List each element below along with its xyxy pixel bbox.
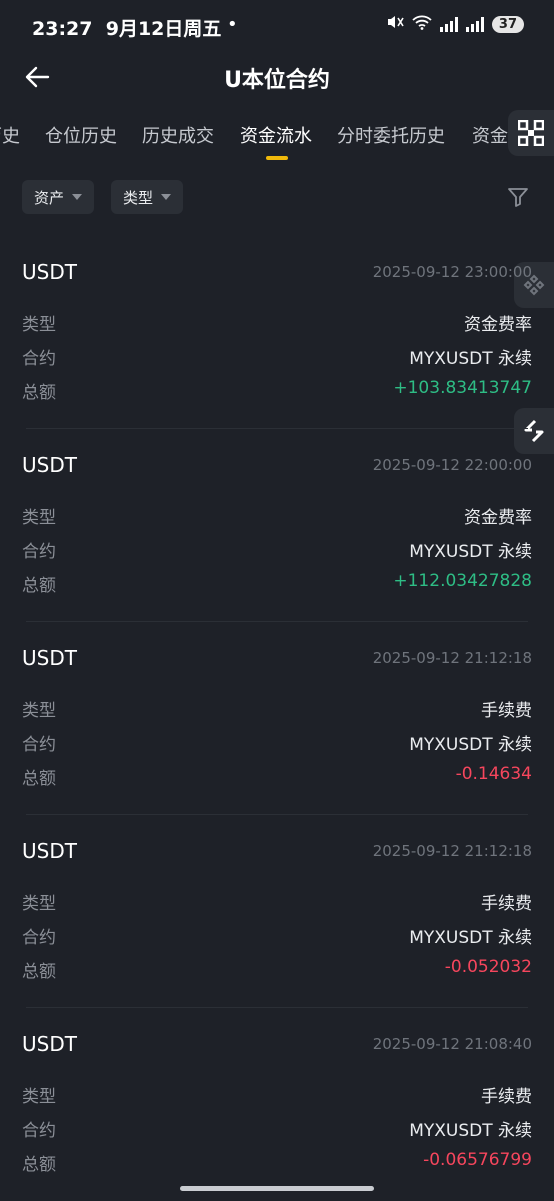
record-time: 2025-09-12 21:08:40 [372,1035,532,1053]
record-contract-value: MYXUSDT 永续 [409,928,532,948]
record-type-value: 资金费率 [464,508,532,528]
transaction-record[interactable]: USDT 2025-09-12 21:08:40 类型 手续费 合约 MYXUS… [0,1008,554,1201]
record-contract-label: 合约 [22,542,56,562]
record-type-label: 类型 [22,1087,56,1107]
record-type-label: 类型 [22,894,56,914]
record-asset: USDT [22,260,77,284]
record-type-label: 类型 [22,315,56,335]
tab-bar: 历史 仓位历史 历史成交 资金流水 分时委托历史 资金 [0,110,554,162]
transaction-record[interactable]: USDT 2025-09-12 21:12:18 类型 手续费 合约 MYXUS… [0,815,554,1008]
asset-filter-label: 资产 [34,188,65,207]
record-contract-label: 合约 [22,735,56,755]
record-amount-value: -0.06576799 [423,1150,532,1170]
record-asset: USDT [22,453,77,477]
status-icons: 37 [386,14,524,34]
tab-twap-history[interactable]: 分时委托历史 [337,122,445,148]
signal-icon-2 [465,16,484,32]
record-time: 2025-09-12 21:12:18 [372,649,532,667]
record-amount-value: -0.14634 [455,764,532,784]
filter-button[interactable] [506,185,530,209]
tab-transaction-history[interactable]: 资金流水 [240,122,312,148]
status-bar: 23:27 9月12日周五 • 37 [0,0,554,52]
record-amount-value: +103.83413747 [393,378,532,398]
funnel-icon [508,188,528,207]
record-contract-label: 合约 [22,1121,56,1141]
transaction-record[interactable]: USDT 2025-09-12 23:00:00 类型 资金费率 合约 MYXU… [0,236,554,429]
record-contract-label: 合约 [22,928,56,948]
record-contract-value: MYXUSDT 永续 [409,1121,532,1141]
record-time: 2025-09-12 23:00:00 [372,263,532,281]
caret-down-icon [161,194,172,200]
record-time: 2025-09-12 21:12:18 [372,842,532,860]
record-amount-label: 总额 [22,383,56,403]
tab-trade-history[interactable]: 历史成交 [142,122,214,148]
mute-icon [386,14,404,34]
record-asset: USDT [22,1032,77,1056]
transaction-record[interactable]: USDT 2025-09-12 22:00:00 类型 资金费率 合约 MYXU… [0,429,554,622]
record-amount-label: 总额 [22,1155,56,1175]
page-header: U本位合约 [0,52,554,102]
active-tab-indicator [266,156,288,160]
record-amount-label: 总额 [22,962,56,982]
caret-down-icon [72,194,83,200]
battery-indicator: 37 [491,15,524,33]
type-filter-label: 类型 [123,188,154,207]
record-amount-value: +112.03427828 [393,571,532,591]
asset-filter-dropdown[interactable]: 资产 [22,180,95,214]
wifi-icon [412,14,432,34]
record-type-value: 手续费 [481,894,532,914]
notification-dot: • [227,14,238,35]
record-amount-label: 总额 [22,576,56,596]
qr-code-button[interactable] [508,110,554,156]
type-filter-dropdown[interactable]: 类型 [111,180,184,214]
signal-icon [439,16,458,32]
home-indicator[interactable] [180,1186,374,1191]
tab-history[interactable]: 历史 [0,122,20,148]
record-type-label: 类型 [22,701,56,721]
qr-code-icon [518,120,544,146]
record-amount-value: -0.052032 [444,957,532,977]
record-asset: USDT [22,646,77,670]
record-contract-value: MYXUSDT 永续 [409,349,532,369]
record-type-value: 手续费 [481,1087,532,1107]
record-contract-value: MYXUSDT 永续 [409,735,532,755]
record-contract-label: 合约 [22,349,56,369]
tab-position-history[interactable]: 仓位历史 [45,122,117,148]
status-time: 23:27 9月12日周五 [32,18,222,40]
tab-funding[interactable]: 资金 [472,122,508,148]
record-type-value: 资金费率 [464,315,532,335]
transaction-record[interactable]: USDT 2025-09-12 21:12:18 类型 手续费 合约 MYXUS… [0,622,554,815]
record-amount-label: 总额 [22,769,56,789]
record-time: 2025-09-12 22:00:00 [372,456,532,474]
record-asset: USDT [22,839,77,863]
record-contract-value: MYXUSDT 永续 [409,542,532,562]
record-type-value: 手续费 [481,701,532,721]
page-title: U本位合约 [224,68,330,93]
record-type-label: 类型 [22,508,56,528]
